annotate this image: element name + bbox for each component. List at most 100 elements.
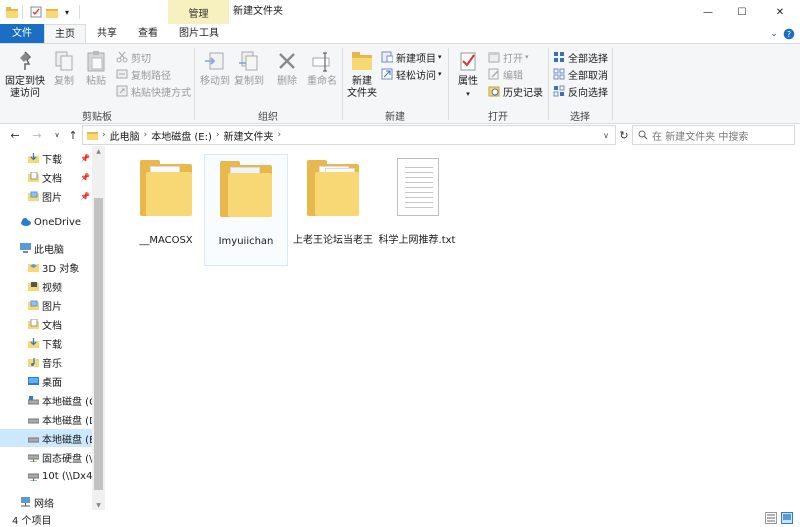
nav-item-documents[interactable]: 文档 [0,315,92,333]
nav-item-onedrive[interactable]: OneDrive [0,213,92,231]
nav-item-desktop[interactable]: 桌面 [0,372,92,390]
copy-path-button[interactable]: 复制路径 [116,67,171,82]
address-dropdown-icon[interactable]: ∨ [603,131,609,140]
forward-arrow-icon[interactable]: → [30,127,44,143]
group-divider [612,48,613,120]
breadcrumb-this-pc[interactable]: 此电脑 [110,128,140,143]
breadcrumb-drive-e[interactable]: 本地磁盘 (E:) [151,128,212,143]
nav-item-downloads[interactable]: 下载 [0,334,92,352]
easy-access-button[interactable]: 轻松访问 ▾ [381,67,442,82]
new-item-button[interactable]: 新建项目 ▾ [381,50,442,65]
nav-item-music[interactable]: 音乐 [0,353,92,371]
copy-button[interactable]: 复制 [50,48,78,106]
nav-scrollbar[interactable]: ▲ ▼ [92,146,105,510]
tab-home[interactable]: 主页 [44,24,86,44]
select-all-button[interactable]: 全部选择 [553,50,608,65]
copy-to-icon [238,50,260,72]
tab-share[interactable]: 共享 [86,24,128,44]
nav-label: 桌面 [42,377,62,389]
folder-icon [87,130,98,140]
collapse-ribbon-icon[interactable]: ⌄ [768,26,780,42]
file-item-laowang-forum[interactable]: 上老王论坛当老王 [291,154,375,266]
pictures-icon [28,300,39,310]
file-name: __MACOSX [139,235,193,246]
nav-item-quick-pictures[interactable]: 图片 📌 [0,187,92,205]
breadcrumb-chevron-icon: › [215,130,220,140]
close-button[interactable]: ✕ [760,0,800,24]
address-row: ← → ∨ ↑ › 此电脑 › 本地磁盘 (E:) › 新建文件夹 › ∨ ↻ … [0,124,800,146]
customize-quick-access-icon[interactable]: ▾ [62,5,72,19]
invert-selection-button[interactable]: 反向选择 [553,84,608,99]
copy-to-button[interactable]: 复制到 [232,48,266,106]
file-item-proxy-recommendation-txt[interactable]: 科学上网推荐.txt [375,154,459,266]
documents-icon [28,171,39,182]
move-to-button[interactable]: 移动到 [198,48,232,106]
scroll-thumb[interactable] [94,198,103,490]
details-view-icon[interactable] [765,512,777,524]
nav-item-3d-objects[interactable]: 3D 对象 [0,258,92,276]
open-label: 打开 [503,53,523,65]
breadcrumb-new-folder[interactable]: 新建文件夹 [224,128,274,143]
nav-item-quick-documents[interactable]: 文档 📌 [0,168,92,186]
tab-picture-tools[interactable]: 图片工具 [170,24,228,44]
pin-to-quick-access-button[interactable]: 固定到快 速访问 [4,48,46,106]
svg-text:?: ? [787,30,791,39]
nav-item-ssd-network-drive[interactable]: 固态硬盘 (\\ [0,448,96,466]
select-none-button[interactable]: 全部取消 [553,67,608,82]
divider [22,5,23,19]
file-name: 科学上网推荐.txt [378,235,456,246]
nav-item-drive-d[interactable]: 本地磁盘 (D [0,410,97,428]
cut-button[interactable]: 剪切 [116,50,151,65]
address-bar[interactable]: › 此电脑 › 本地磁盘 (E:) › 新建文件夹 › ∨ [82,125,616,145]
search-input[interactable]: 在 新建文件夹 中搜索 [632,125,795,145]
nav-item-this-pc[interactable]: 此电脑 [0,239,92,257]
edit-button[interactable]: 编辑 [488,67,523,82]
rename-icon [311,50,333,72]
drive-icon [27,433,40,443]
properties-button[interactable]: 属性 ▾ [452,48,484,106]
new-folder-quick-icon[interactable] [46,5,58,19]
properties-quick-icon[interactable] [30,5,42,19]
help-icon[interactable]: ? [782,26,796,42]
nav-item-network[interactable]: 网络 [0,493,92,510]
tab-file[interactable]: 文件 [0,24,44,44]
new-folder-button[interactable]: 新建 文件夹 [344,48,380,106]
rename-button[interactable]: 重命名 [304,48,340,106]
paste-button[interactable]: 粘贴 [82,48,110,106]
paste-label: 粘贴 [86,76,106,87]
refresh-icon[interactable]: ↻ [616,125,632,145]
maximize-button[interactable]: ☐ [722,0,762,24]
up-arrow-icon[interactable]: ↑ [66,127,80,143]
paste-shortcut-button[interactable]: 粘贴快捷方式 [116,84,191,99]
nav-item-quick-downloads[interactable]: 下载 📌 [0,149,92,167]
scroll-down-icon[interactable]: ▼ [92,500,105,510]
cut-label: 剪切 [131,53,151,65]
history-button[interactable]: 历史记录 [488,84,543,99]
file-item-imyuiichan[interactable]: Imyuiichan [204,154,288,266]
tab-manage[interactable]: 管理 [168,0,229,24]
nav-item-drive-e[interactable]: 本地磁盘 (E: [0,429,99,447]
delete-button[interactable]: 删除 [272,48,302,106]
file-item-macosx[interactable]: __MACOSX [124,154,208,266]
back-arrow-icon[interactable]: ← [8,127,22,143]
paste-shortcut-icon [116,85,128,97]
pin-icon [14,50,36,72]
network-drive-icon [27,452,40,463]
group-label-clipboard: 剪贴板 [82,112,112,123]
nav-label: 下载 [42,154,62,166]
file-view: __MACOSX Imyuiichan 上老王论坛当老王 科学上网推荐.txt [105,146,800,510]
new-folder-label-2: 文件夹 [347,88,377,99]
file-name: 上老王论坛当老王 [293,235,373,246]
nav-item-10t-network-drive[interactable]: 10t (\\Dx46 [0,467,99,485]
scroll-up-icon[interactable]: ▲ [92,146,105,156]
cloud-icon [20,217,31,227]
large-icons-view-icon[interactable] [781,512,793,524]
recent-locations-icon[interactable]: ∨ [50,127,64,143]
nav-item-videos[interactable]: 视频 [0,277,92,295]
open-button[interactable]: 打开 ▾ [488,50,529,65]
tab-view[interactable]: 查看 [128,24,168,44]
computer-icon [20,243,31,253]
nav-item-pictures[interactable]: 图片 [0,296,92,314]
dropdown-arrow-icon: ▾ [525,53,529,61]
nav-item-drive-c[interactable]: 本地磁盘 (C [0,391,96,409]
